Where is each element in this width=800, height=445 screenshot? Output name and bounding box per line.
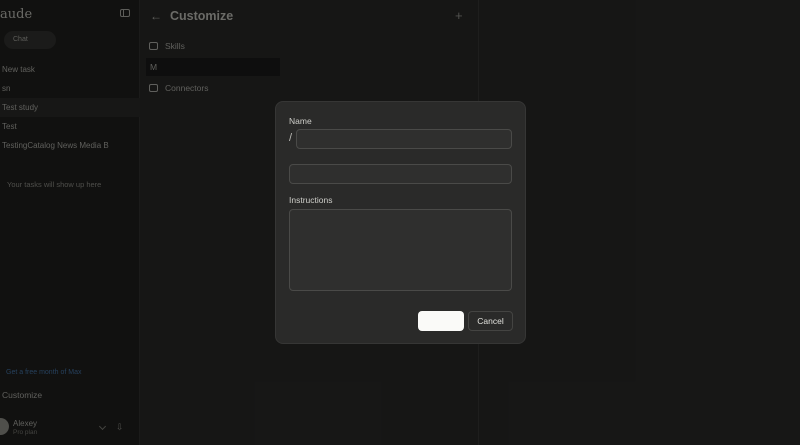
name-label: Name — [289, 116, 312, 126]
instructions-textarea[interactable] — [290, 210, 511, 290]
description-field-wrapper — [289, 164, 512, 185]
slash-prefix: / — [289, 132, 293, 144]
cancel-button[interactable]: Cancel — [468, 311, 513, 331]
instructions-field-wrapper — [289, 209, 512, 291]
name-input[interactable] — [297, 131, 511, 150]
description-input[interactable] — [290, 166, 511, 185]
create-button[interactable] — [418, 311, 464, 331]
name-field-wrapper — [296, 129, 512, 150]
instructions-label: Instructions — [289, 195, 333, 205]
create-skill-dialog: Name / Instructions Cancel — [275, 101, 526, 344]
